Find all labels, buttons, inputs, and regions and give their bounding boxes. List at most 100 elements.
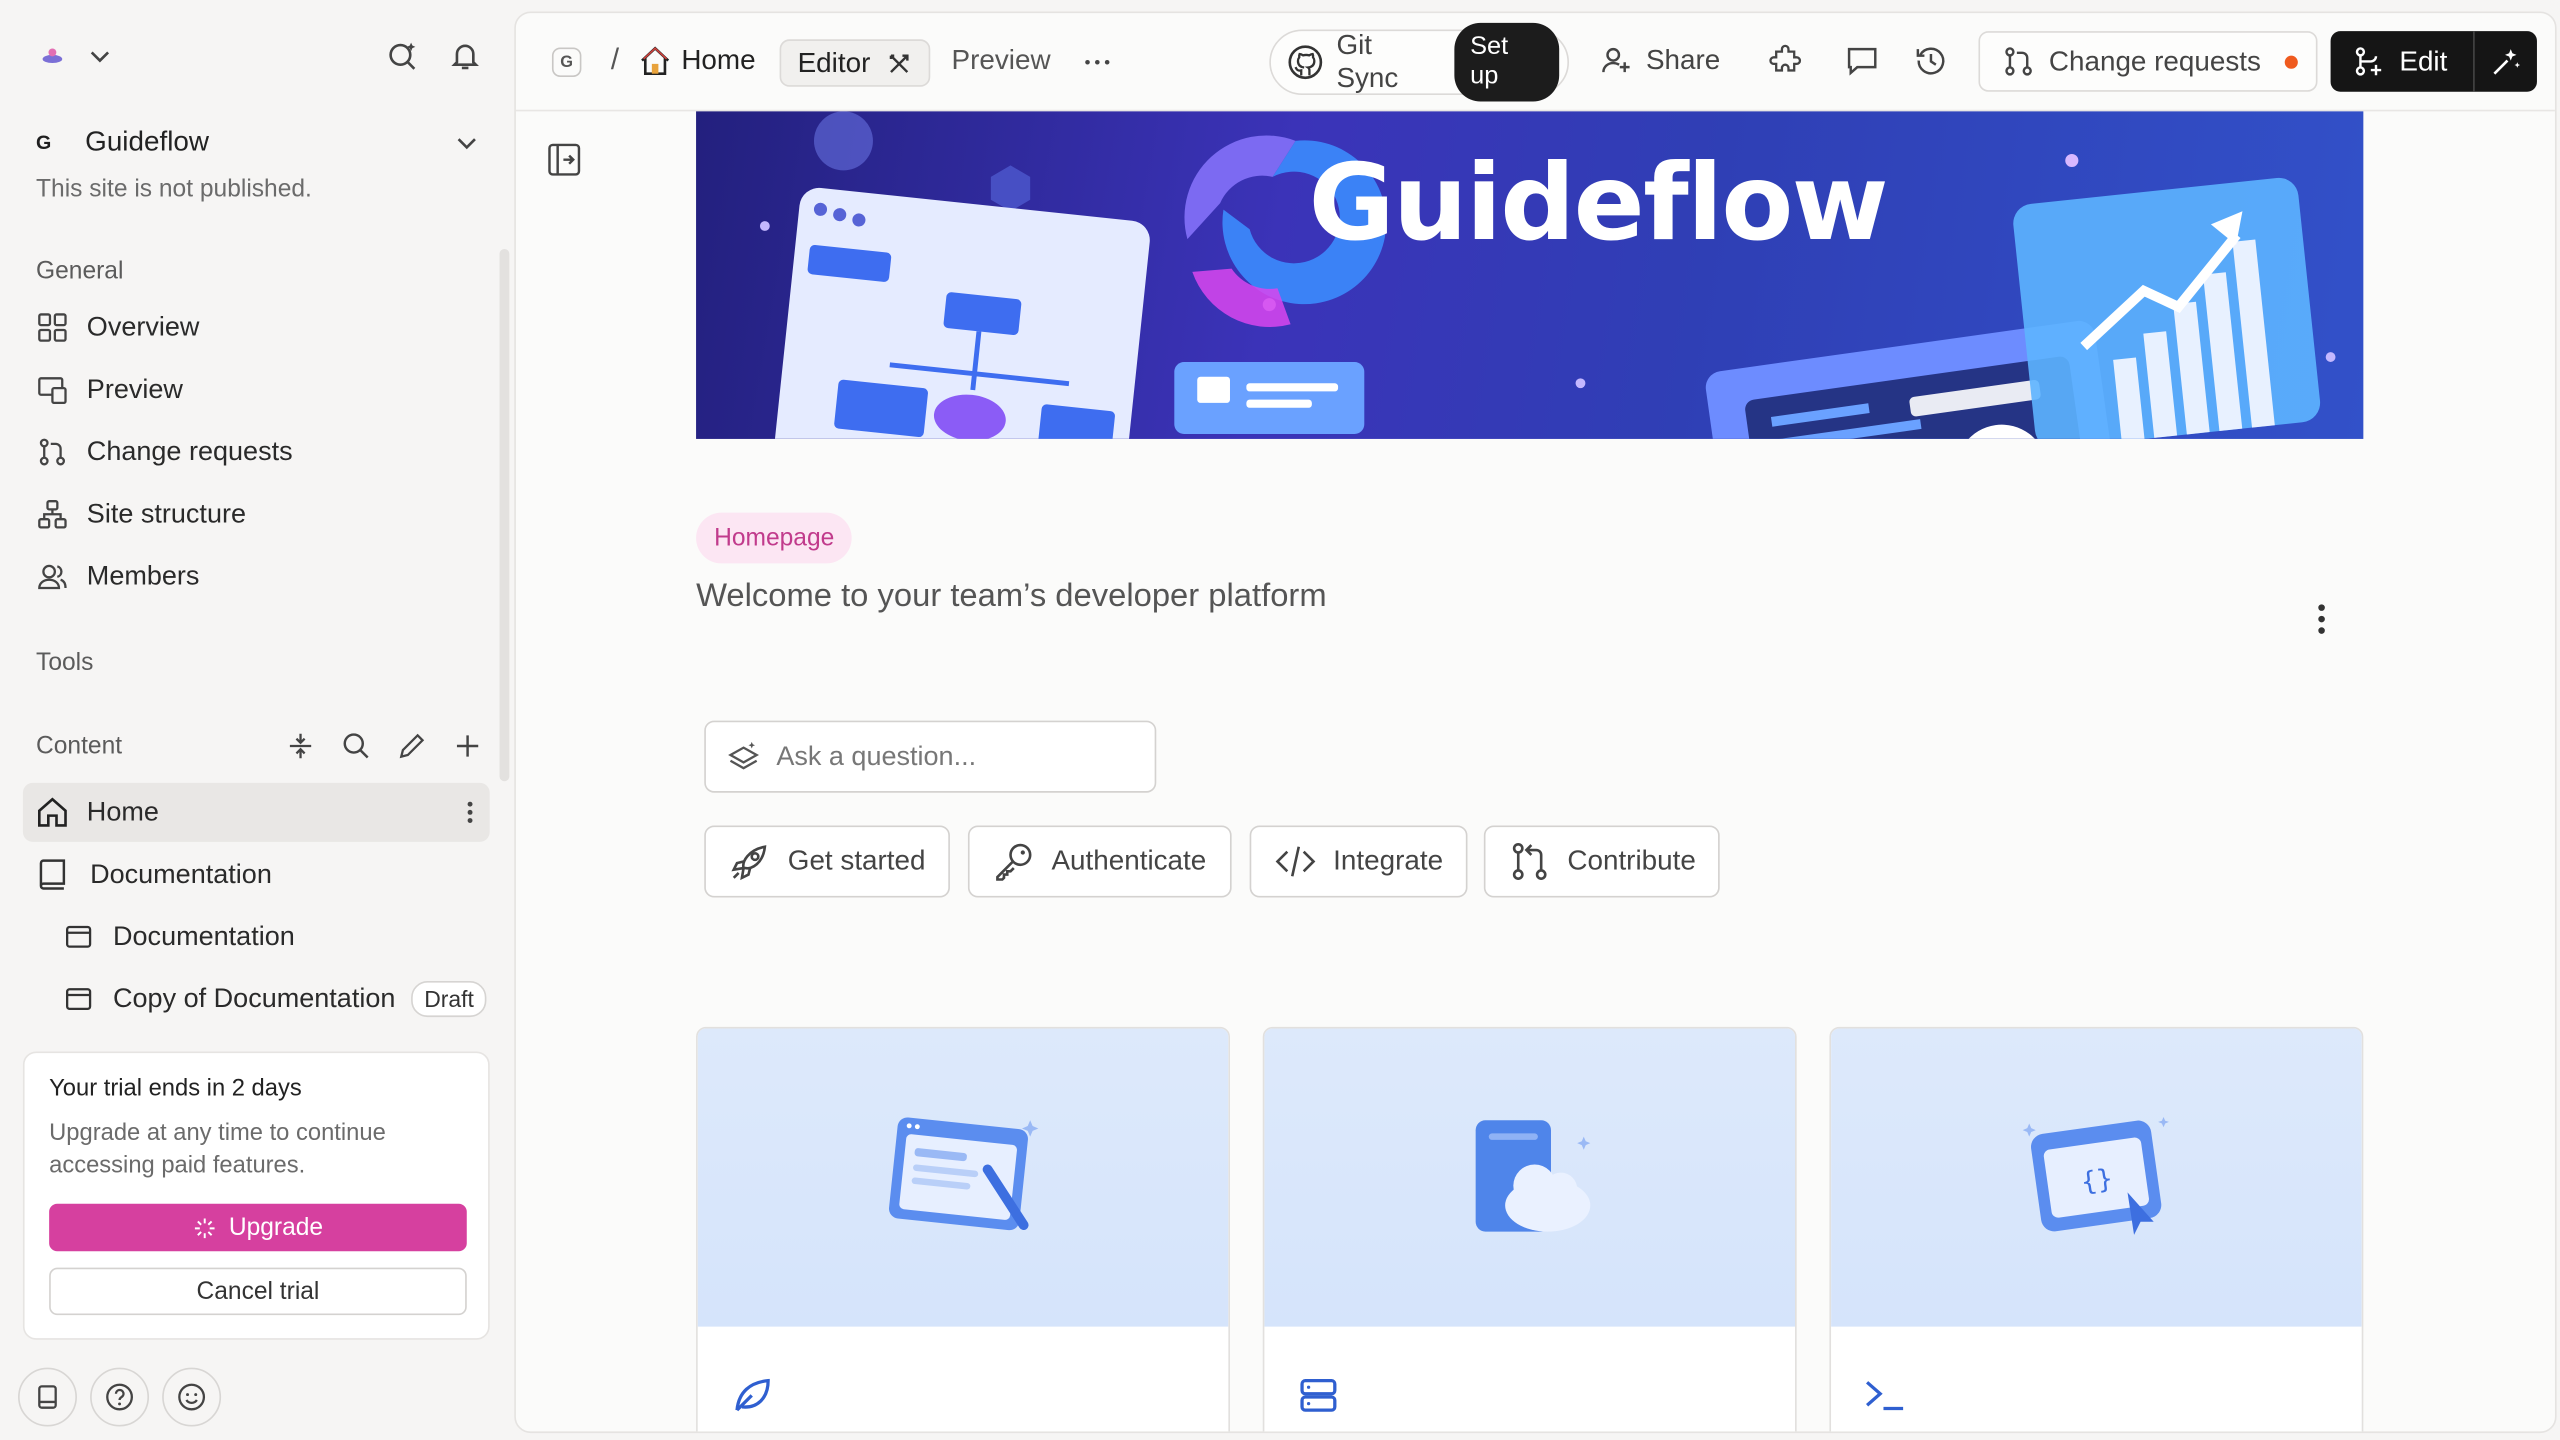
code-icon: [1274, 840, 1317, 883]
tab-editor-label: Editor: [797, 46, 871, 78]
server-icon: [1295, 1372, 1341, 1418]
comment-icon[interactable]: [1846, 44, 1879, 77]
page-tag[interactable]: Homepage: [696, 512, 853, 564]
github-icon: [1287, 44, 1323, 80]
chevron-down-icon[interactable]: [455, 131, 478, 154]
site-switcher[interactable]: G Guideflow: [36, 124, 478, 160]
history-icon[interactable]: [1915, 44, 1948, 77]
sidebar-item-change-requests[interactable]: Change requests: [23, 423, 490, 482]
window-icon: [62, 920, 95, 953]
smiley-icon[interactable]: [162, 1367, 222, 1427]
branch-icon: [2003, 46, 2034, 77]
section-label-tools[interactable]: Tools: [36, 649, 93, 677]
preview-icon: [36, 373, 69, 406]
home-icon: [36, 796, 69, 829]
main-panel: G / Home Editor Preview Git Sync Set up …: [514, 11, 2557, 1434]
toggle-panel-icon[interactable]: [547, 142, 581, 176]
sidebar-scrollbar[interactable]: [499, 248, 510, 782]
contribute-button[interactable]: Contribute: [1483, 825, 1721, 898]
setup-button[interactable]: Set up: [1453, 22, 1560, 102]
ask-question-input[interactable]: Ask a question...: [704, 720, 1157, 793]
card-integrate[interactable]: {}: [1829, 1026, 2364, 1432]
sidebar-item-label: Documentation: [113, 921, 295, 951]
integrate-button[interactable]: Integrate: [1249, 825, 1468, 898]
sidebar-item-label: Change requests: [86, 436, 293, 466]
more-horizontal-icon[interactable]: [1084, 49, 1110, 75]
sidebar-item-overview[interactable]: Overview: [23, 298, 490, 357]
svg-text:{}: {}: [2079, 1164, 2114, 1198]
sidebar-item-site-structure[interactable]: Site structure: [23, 485, 490, 544]
authenticate-label: Authenticate: [1051, 845, 1207, 877]
sidebar-item-copy-of-documentation[interactable]: Copy of Documentation Draft: [23, 970, 490, 1029]
sidebar-item-members[interactable]: Members: [23, 547, 490, 606]
branch-icon: [36, 436, 69, 469]
hero-banner: Guideflow: [696, 111, 2364, 439]
site-status: This site is not published.: [36, 175, 312, 204]
pencil-icon[interactable]: [398, 731, 426, 759]
plus-icon[interactable]: [454, 731, 482, 759]
hero-title: Guideflow: [1308, 144, 1889, 266]
section-label-content: Content: [36, 731, 123, 760]
sparkle-icon: [193, 1216, 216, 1239]
sidebar-item-label: Home: [86, 796, 159, 827]
tab-preview[interactable]: Preview: [952, 44, 1051, 77]
house-icon: [639, 44, 672, 77]
org-logo[interactable]: [33, 36, 72, 75]
search-icon[interactable]: [342, 731, 370, 759]
sitemap-icon: [36, 498, 69, 531]
change-requests-button[interactable]: Change requests: [1978, 31, 2318, 92]
ai-search-icon[interactable]: [387, 39, 420, 72]
sidebar-item-documentation-space[interactable]: Documentation: [23, 845, 490, 904]
more-vertical-icon[interactable]: [2317, 603, 2325, 636]
tools-icon: [887, 50, 913, 76]
card-authenticate[interactable]: [1262, 1026, 1797, 1432]
sidebar-item-documentation[interactable]: Documentation: [23, 907, 490, 966]
edit-button[interactable]: Edit: [2331, 31, 2475, 92]
page-subtitle[interactable]: Welcome to your team’s developer platfor…: [696, 578, 1327, 616]
contribute-label: Contribute: [1567, 845, 1696, 877]
sidebar-item-label: Site structure: [86, 498, 247, 529]
code-window-icon: {}: [2022, 1116, 2169, 1235]
bell-icon[interactable]: [449, 39, 482, 72]
space-badge[interactable]: G: [551, 47, 582, 77]
trial-card: Your trial ends in 2 days Upgrade at any…: [22, 1051, 490, 1340]
breadcrumb-page[interactable]: Home: [639, 44, 756, 77]
collapse-icon[interactable]: [287, 731, 315, 759]
upgrade-label: Upgrade: [228, 1213, 324, 1242]
git-sync-control[interactable]: Git Sync Set up: [1269, 22, 1570, 102]
sidebar-item-label: Documentation: [90, 859, 272, 889]
draft-badge: Draft: [411, 981, 487, 1018]
sidebar-footer: [18, 1367, 222, 1427]
site-badge: G: [36, 131, 52, 154]
leaf-icon: [729, 1372, 775, 1418]
rocket-icon: [729, 840, 772, 883]
pull-request-icon: [1508, 840, 1551, 883]
tab-editor[interactable]: Editor: [779, 39, 931, 87]
card-get-started[interactable]: [696, 1026, 1230, 1432]
section-label-general: General: [36, 257, 124, 285]
ai-sparkle-icon[interactable]: [2475, 45, 2537, 78]
sidebar-item-home[interactable]: Home: [22, 782, 490, 842]
card-illustration: [1264, 1028, 1796, 1327]
status-dot: [2285, 54, 2299, 68]
share-button[interactable]: Share: [1600, 44, 1720, 77]
cancel-trial-button[interactable]: Cancel trial: [49, 1267, 467, 1316]
change-requests-label: Change requests: [2048, 45, 2261, 77]
edit-button-group: Edit: [2330, 31, 2537, 92]
window-icon: [62, 983, 95, 1016]
chevron-down-icon[interactable]: [88, 44, 111, 67]
puzzle-icon[interactable]: [1769, 44, 1802, 77]
breadcrumb-label: Home: [681, 44, 756, 76]
sidebar-item-label: Copy of Documentation: [113, 983, 396, 1013]
breadcrumb-separator: /: [610, 42, 620, 76]
more-vertical-icon[interactable]: [467, 801, 474, 824]
authenticate-button[interactable]: Authenticate: [967, 825, 1231, 898]
card-illustration: [697, 1028, 1229, 1327]
edit-label: Edit: [2399, 45, 2448, 77]
docs-icon[interactable]: [18, 1367, 77, 1427]
sidebar-item-preview[interactable]: Preview: [23, 360, 490, 419]
sidebar: G Guideflow This site is not published. …: [0, 0, 511, 1440]
help-icon[interactable]: [90, 1367, 150, 1427]
get-started-button[interactable]: Get started: [704, 825, 951, 898]
upgrade-button[interactable]: Upgrade: [49, 1203, 467, 1252]
